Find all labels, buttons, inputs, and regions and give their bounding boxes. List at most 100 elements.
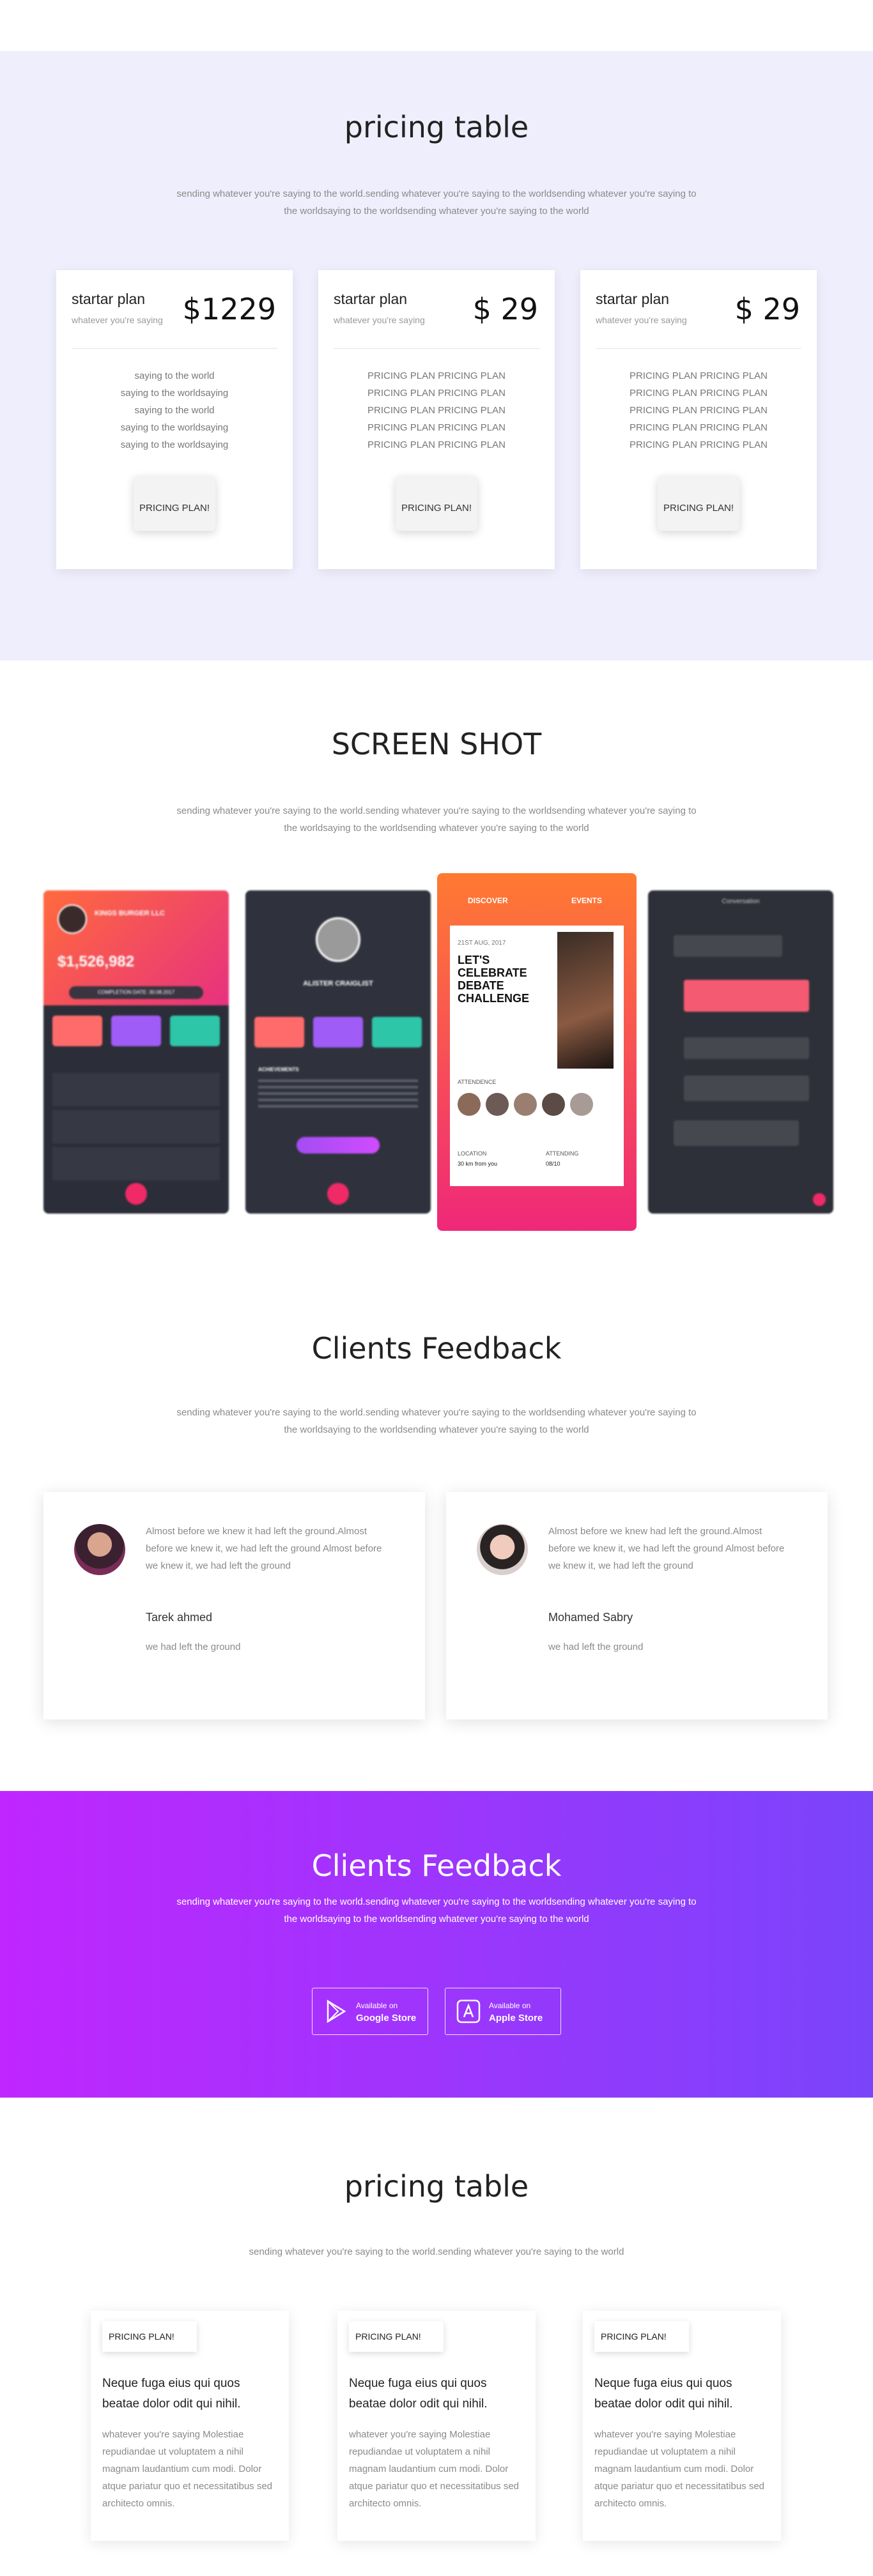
- plan-price: $ 29: [472, 292, 538, 326]
- testimonial-quote: Almost before we knew it had left the gr…: [146, 1526, 382, 1571]
- feature-item: saying to the worldsaying: [120, 422, 229, 433]
- pricing-subtitle: sending whatever you're saying to the wo…: [176, 188, 697, 217]
- stat-tile: [170, 1016, 220, 1046]
- event-photo: [557, 932, 614, 1069]
- feature-item: PRICING PLAN PRICING PLAN: [367, 439, 506, 450]
- pricing2-subtitle: sending whatever you're saying to the wo…: [249, 2246, 624, 2257]
- feature-item: saying to the world: [134, 405, 215, 416]
- tab-events: EVENTS: [571, 896, 602, 905]
- plan-card-body: whatever you're saying Molestiae repudia…: [349, 2429, 520, 2509]
- feature-item: PRICING PLAN PRICING PLAN: [630, 422, 768, 433]
- plan-card-title: Neque fuga eius qui quos beatae dolor od…: [594, 2377, 733, 2411]
- achievements-heading: ACHIEVEMENTS: [258, 1067, 299, 1072]
- chat-bubble: [684, 980, 809, 1012]
- feature-item: PRICING PLAN PRICING PLAN: [630, 388, 768, 399]
- feature-item: saying to the world: [134, 370, 215, 381]
- stat-tile: [52, 1016, 102, 1046]
- history-row: [52, 1073, 220, 1106]
- plan-desc: whatever you're saying: [334, 315, 425, 325]
- attending-value: 08/10: [546, 1161, 560, 1167]
- app-screenshot-profile[interactable]: ALISTER CRAIGLIST ACHIEVEMENTS: [245, 890, 431, 1214]
- pricing-card: startar plan whatever you're saying $ 29…: [318, 270, 555, 569]
- attending-label: ATTENDING: [546, 1150, 579, 1157]
- testimonial-role: we had left the ground: [146, 1642, 241, 1652]
- history-row: [52, 1110, 220, 1143]
- chat-header: Conversation: [722, 898, 760, 905]
- divider: [596, 348, 801, 349]
- tab-discover: DISCOVER: [468, 896, 508, 905]
- plan-tag[interactable]: PRICING PLAN!: [594, 2321, 689, 2352]
- plan-name: startar plan: [72, 291, 146, 307]
- feature-item: PRICING PLAN PRICING PLAN: [630, 370, 768, 381]
- testimonial-card: Almost before we knew it had left the gr…: [43, 1492, 425, 1719]
- location-label: LOCATION: [458, 1150, 487, 1157]
- avatar: [316, 917, 360, 962]
- plan-tag[interactable]: PRICING PLAN!: [349, 2321, 444, 2352]
- testimonial-name: Tarek ahmed: [146, 1611, 213, 1624]
- download-title: Clients Feedback: [311, 1848, 562, 1883]
- pricing-section-2: pricing table sending whatever you're sa…: [0, 2098, 873, 2576]
- plan-card-title: Neque fuga eius qui quos beatae dolor od…: [102, 2377, 241, 2411]
- app-screenshot-chat[interactable]: Conversation: [648, 890, 833, 1214]
- chat-bubble: [684, 1037, 809, 1059]
- plan-tag[interactable]: PRICING PLAN!: [102, 2321, 197, 2352]
- feature-item: PRICING PLAN PRICING PLAN: [367, 422, 506, 433]
- completion-date: COMPLETION DATE: 30.08.2017: [69, 986, 203, 999]
- event-card: 21ST AUG, 2017 LET'S CELEBRATE DEBATE CH…: [450, 926, 624, 1186]
- app-screenshot-events[interactable]: DISCOVER EVENTS 21ST AUG, 2017 LET'S CEL…: [437, 873, 637, 1231]
- pricing-card: startar plan whatever you're saying $122…: [56, 270, 293, 569]
- feedback-subtitle: sending whatever you're saying to the wo…: [176, 1407, 697, 1435]
- divider: [72, 348, 277, 349]
- attendee-avatar: [542, 1093, 565, 1116]
- history-row: [52, 1147, 220, 1180]
- add-icon: [125, 1183, 147, 1205]
- pricing-plan-button[interactable]: PRICING PLAN!: [658, 476, 739, 531]
- testimonial-card: Almost before we knew had left the groun…: [446, 1492, 828, 1719]
- event-date: 21ST AUG, 2017: [458, 940, 506, 947]
- chat-bubble: [674, 935, 782, 957]
- testimonial-role: we had left the ground: [548, 1642, 644, 1652]
- profile-name: ALISTER CRAIGLIST: [303, 980, 373, 987]
- download-banner: Clients Feedback sending whatever you're…: [0, 1791, 873, 2098]
- stat-tile: [111, 1016, 161, 1046]
- plan-price: $1229: [182, 292, 276, 326]
- follow-button: [297, 1137, 380, 1154]
- attendee-avatar: [570, 1093, 593, 1116]
- pricing2-title: pricing table: [344, 2169, 529, 2204]
- pricing-plan-button[interactable]: PRICING PLAN!: [396, 476, 477, 531]
- plan-card: PRICING PLAN! Neque fuga eius qui quos b…: [91, 2311, 289, 2541]
- feature-list: saying to the world saying to the worlds…: [56, 367, 293, 453]
- avatar: [58, 904, 87, 934]
- plan-price: $ 29: [734, 292, 800, 326]
- add-icon: [327, 1183, 349, 1205]
- event-headline: LET'S CELEBRATE DEBATE CHALLENGE: [458, 954, 529, 1005]
- google-play-icon: [327, 1999, 346, 2023]
- testimonial-quote: Almost before we knew had left the groun…: [548, 1526, 785, 1571]
- download-subtitle: sending whatever you're saying to the wo…: [176, 1896, 697, 1924]
- app-store-icon: [456, 1999, 481, 2023]
- pricing-plan-button[interactable]: PRICING PLAN!: [134, 476, 215, 531]
- plan-card-body: whatever you're saying Molestiae repudia…: [102, 2429, 273, 2509]
- feedback-title: Clients Feedback: [311, 1331, 562, 1366]
- achievements-text: [258, 1079, 418, 1111]
- plan-name: startar plan: [334, 291, 408, 307]
- company-name: KINGS BURGER LLC: [95, 910, 165, 917]
- plan-card: PRICING PLAN! Neque fuga eius qui quos b…: [583, 2311, 781, 2541]
- attendence-label: ATTENDENCE: [458, 1079, 497, 1085]
- feature-item: PRICING PLAN PRICING PLAN: [367, 388, 506, 399]
- stat-tile: [372, 1017, 422, 1048]
- apple-store-line1: Available on: [489, 2001, 531, 2010]
- location-value: 30 km from you: [458, 1161, 498, 1167]
- avatar: [477, 1524, 528, 1575]
- app-screenshot-finance[interactable]: KINGS BURGER LLC $1,526,982 COMPLETION D…: [43, 890, 229, 1214]
- send-icon: [813, 1193, 826, 1206]
- feature-list: PRICING PLAN PRICING PLAN PRICING PLAN P…: [580, 367, 817, 453]
- apple-store-button[interactable]: Available on Apple Store: [445, 1988, 561, 2035]
- google-store-button[interactable]: Available on Google Store: [312, 1988, 428, 2035]
- feature-item: PRICING PLAN PRICING PLAN: [630, 439, 768, 450]
- screenshot-title: SCREEN SHOT: [331, 727, 542, 761]
- google-store-line1: Available on: [356, 2001, 398, 2010]
- stat-tile: [254, 1017, 304, 1048]
- google-store-line2: Google Store: [356, 2013, 417, 2023]
- attendee-avatar: [486, 1093, 509, 1116]
